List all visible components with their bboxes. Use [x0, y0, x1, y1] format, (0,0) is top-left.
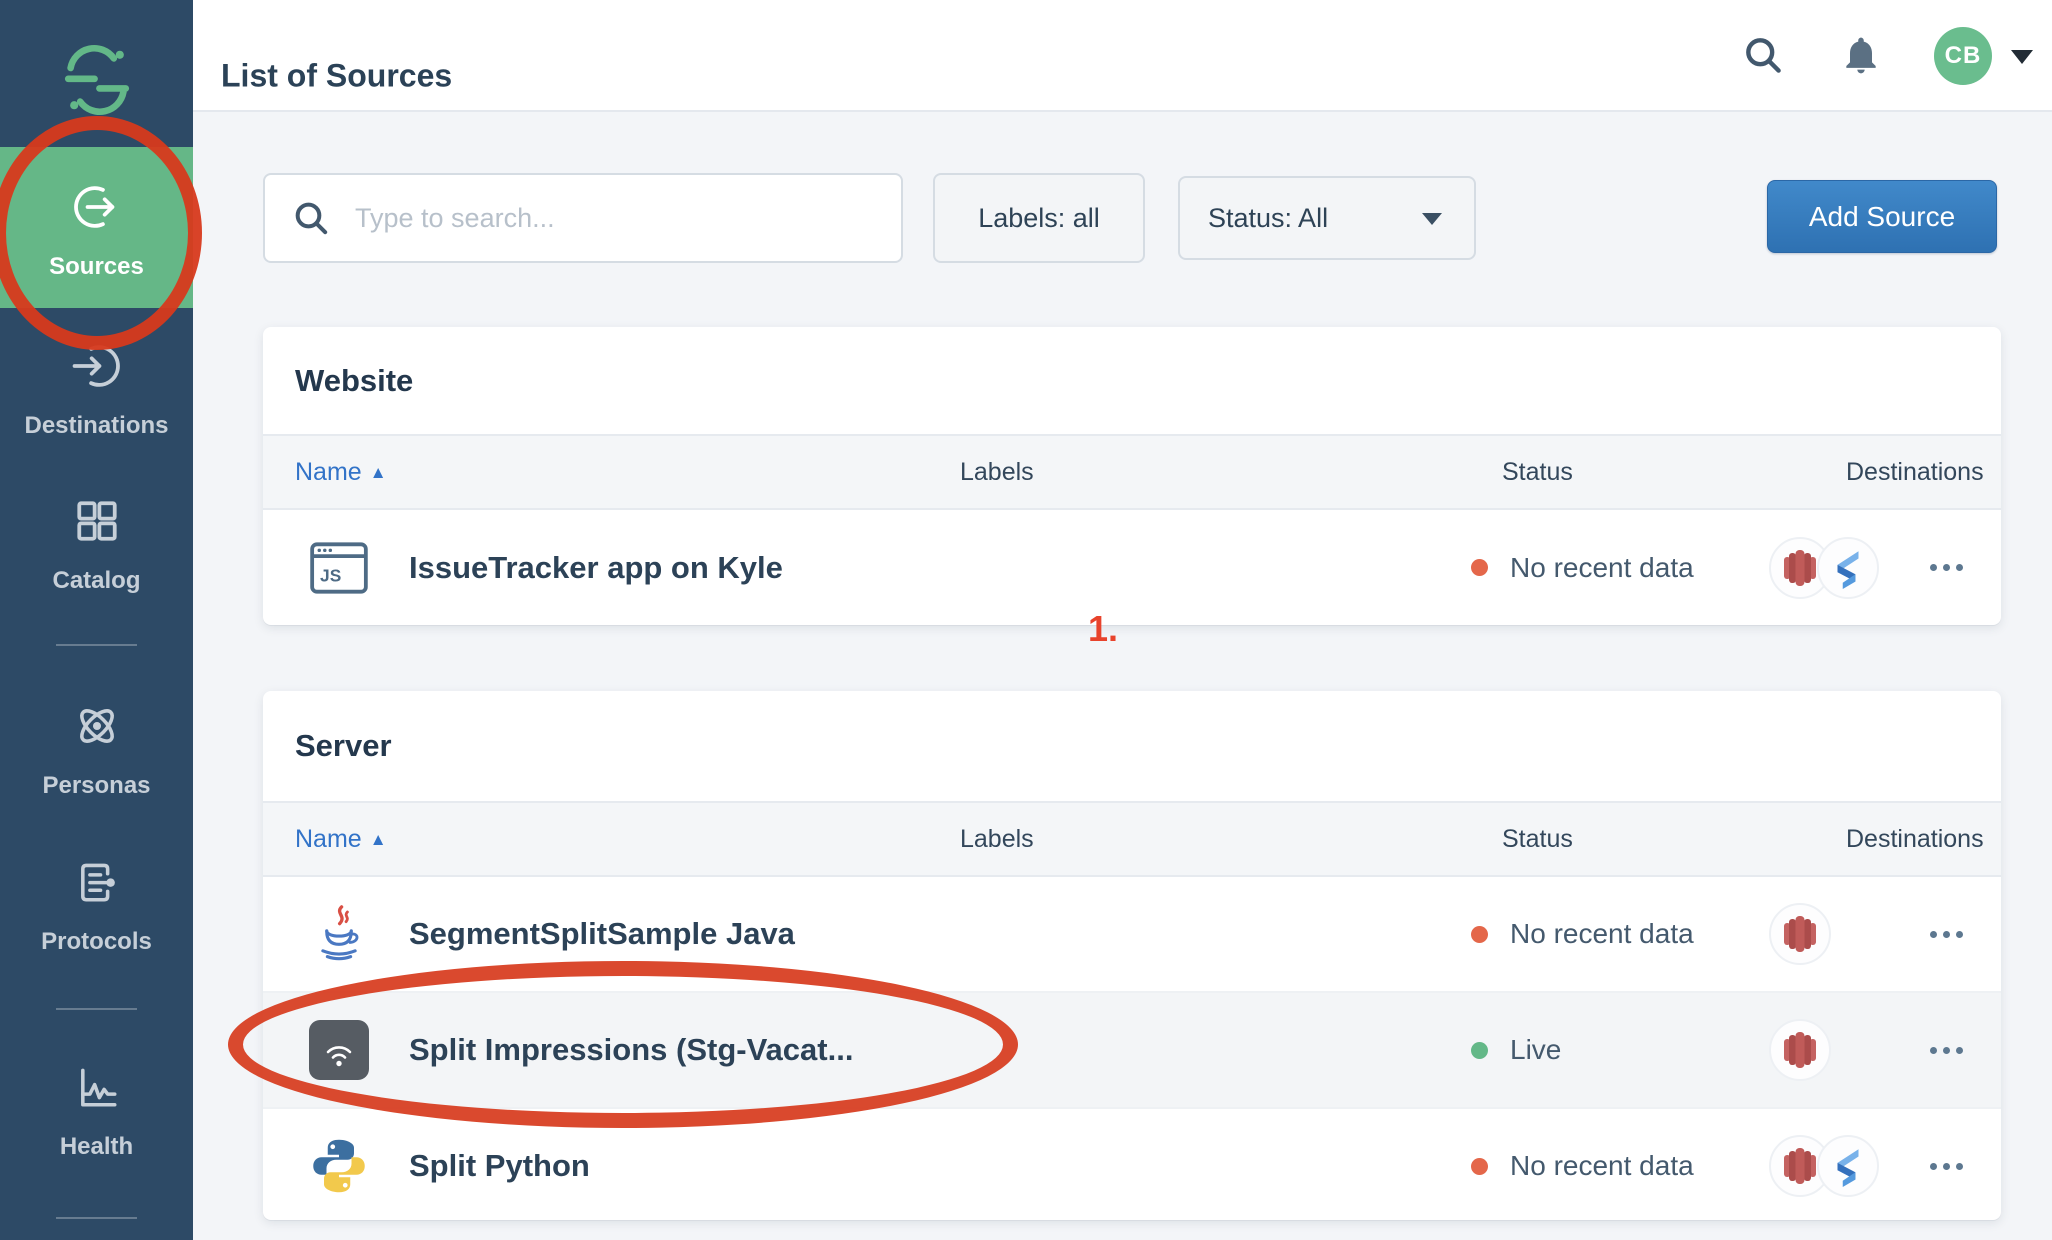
protocols-icon — [0, 846, 193, 913]
sidebar-item-label: Personas — [0, 772, 193, 800]
sidebar-item-catalog[interactable]: Catalog — [0, 485, 193, 611]
sidebar-item-sources[interactable]: Sources — [0, 147, 193, 308]
source-row-issuetracker[interactable]: JS IssueTracker app on Kyle No recent da… — [263, 510, 2001, 625]
sort-asc-icon: ▲ — [370, 830, 387, 849]
sidebar-item-label: Sources — [0, 253, 193, 281]
wifi-source-icon — [307, 1018, 371, 1082]
personas-atom-icon — [0, 690, 193, 757]
status-dot-warning — [1471, 559, 1488, 576]
sidebar: Sources Destinations Cata — [0, 0, 193, 1240]
row-overflow-menu[interactable] — [1916, 917, 1977, 952]
search-icon[interactable] — [1741, 33, 1785, 82]
javascript-browser-icon: JS — [307, 536, 371, 600]
column-header-name[interactable]: Name▲ — [263, 825, 928, 854]
row-overflow-menu[interactable] — [1916, 1033, 1977, 1068]
destination-redshift-icon[interactable] — [1769, 903, 1831, 965]
sidebar-item-protocols[interactable]: Protocols — [0, 846, 193, 972]
avatar-initials: CB — [1945, 42, 1982, 70]
section-title: Website — [263, 327, 2001, 434]
avatar[interactable]: CB — [1934, 27, 1992, 85]
health-chart-icon — [0, 1051, 193, 1118]
table-header: Name▲ Labels Status Destinations — [263, 801, 2001, 877]
column-header-status: Status — [1439, 458, 1751, 487]
sidebar-item-label: Health — [0, 1133, 193, 1161]
column-header-destinations: Destinations — [1751, 458, 2001, 487]
row-overflow-menu[interactable] — [1916, 1149, 1977, 1184]
status-dot-warning — [1471, 1158, 1488, 1175]
sidebar-item-label: Protocols — [0, 928, 193, 956]
column-header-destinations: Destinations — [1751, 825, 2001, 854]
row-overflow-menu[interactable] — [1916, 550, 1977, 585]
source-row-java[interactable]: SegmentSplitSample Java No recent data — [263, 877, 2001, 991]
destination-redshift-icon[interactable] — [1769, 1019, 1831, 1081]
status-text: Live — [1510, 1034, 1561, 1066]
status-text: No recent data — [1510, 1150, 1694, 1182]
search-input[interactable] — [353, 202, 837, 235]
sidebar-item-label: Catalog — [0, 567, 193, 595]
destination-blue-s-icon[interactable] — [1817, 537, 1879, 599]
sort-asc-icon: ▲ — [370, 463, 387, 482]
chevron-down-icon — [1422, 213, 1442, 225]
catalog-grid-icon — [0, 485, 193, 552]
status-text: No recent data — [1510, 552, 1694, 584]
page-title: List of Sources — [221, 58, 452, 95]
source-row-split-impressions[interactable]: Split Impressions (Stg-Vacat... Live — [263, 991, 2001, 1107]
status-filter-dropdown[interactable]: Status: All — [1178, 176, 1476, 260]
labels-filter-label: Labels: all — [978, 203, 1100, 234]
destinations-icon — [0, 330, 193, 397]
app-screen: Sources Destinations Cata — [0, 0, 2052, 1240]
column-header-status: Status — [1439, 825, 1751, 854]
java-logo-icon — [307, 902, 371, 966]
sidebar-item-destinations[interactable]: Destinations — [0, 330, 193, 456]
add-source-label: Add Source — [1809, 201, 1955, 233]
sidebar-divider — [56, 644, 137, 646]
svg-text:JS: JS — [320, 565, 341, 585]
notifications-bell-icon[interactable] — [1839, 33, 1883, 82]
sources-icon — [0, 147, 193, 238]
column-header-labels: Labels — [928, 825, 1439, 854]
sources-search-box — [263, 173, 903, 263]
source-status: Live — [1439, 1034, 1751, 1066]
status-text: No recent data — [1510, 918, 1694, 950]
source-name: Split Impressions (Stg-Vacat... — [409, 1032, 853, 1068]
labels-filter-button[interactable]: Labels: all — [933, 173, 1145, 263]
source-name: SegmentSplitSample Java — [409, 916, 795, 952]
python-logo-icon — [307, 1134, 371, 1198]
segment-logo-icon[interactable] — [61, 44, 133, 121]
status-dot-live — [1471, 1042, 1488, 1059]
website-sources-card: Website Name▲ Labels Status Destinations… — [263, 327, 2001, 625]
topbar: List of Sources CB — [193, 0, 2052, 112]
section-title: Server — [263, 691, 2001, 801]
source-row-split-python[interactable]: Split Python No recent data — [263, 1107, 2001, 1223]
destination-blue-s-icon[interactable] — [1817, 1135, 1879, 1197]
sidebar-divider — [56, 1217, 137, 1219]
sidebar-item-health[interactable]: Health — [0, 1051, 193, 1177]
user-menu-caret-icon[interactable] — [2011, 50, 2033, 64]
add-source-button[interactable]: Add Source — [1767, 180, 1997, 253]
sidebar-item-label: Destinations — [0, 412, 193, 440]
search-icon — [291, 198, 331, 238]
status-filter-label: Status: All — [1208, 203, 1328, 234]
column-header-name[interactable]: Name▲ — [263, 458, 928, 487]
server-sources-card: Server Name▲ Labels Status Destinations — [263, 691, 2001, 1220]
sidebar-item-personas[interactable]: Personas — [0, 690, 193, 816]
status-dot-warning — [1471, 926, 1488, 943]
column-header-labels: Labels — [928, 458, 1439, 487]
source-name: Split Python — [409, 1148, 590, 1184]
table-header: Name▲ Labels Status Destinations — [263, 434, 2001, 510]
sidebar-divider — [56, 1008, 137, 1010]
source-status: No recent data — [1439, 918, 1751, 950]
source-status: No recent data — [1439, 1150, 1751, 1182]
source-status: No recent data — [1439, 552, 1751, 584]
source-name: IssueTracker app on Kyle — [409, 550, 783, 586]
